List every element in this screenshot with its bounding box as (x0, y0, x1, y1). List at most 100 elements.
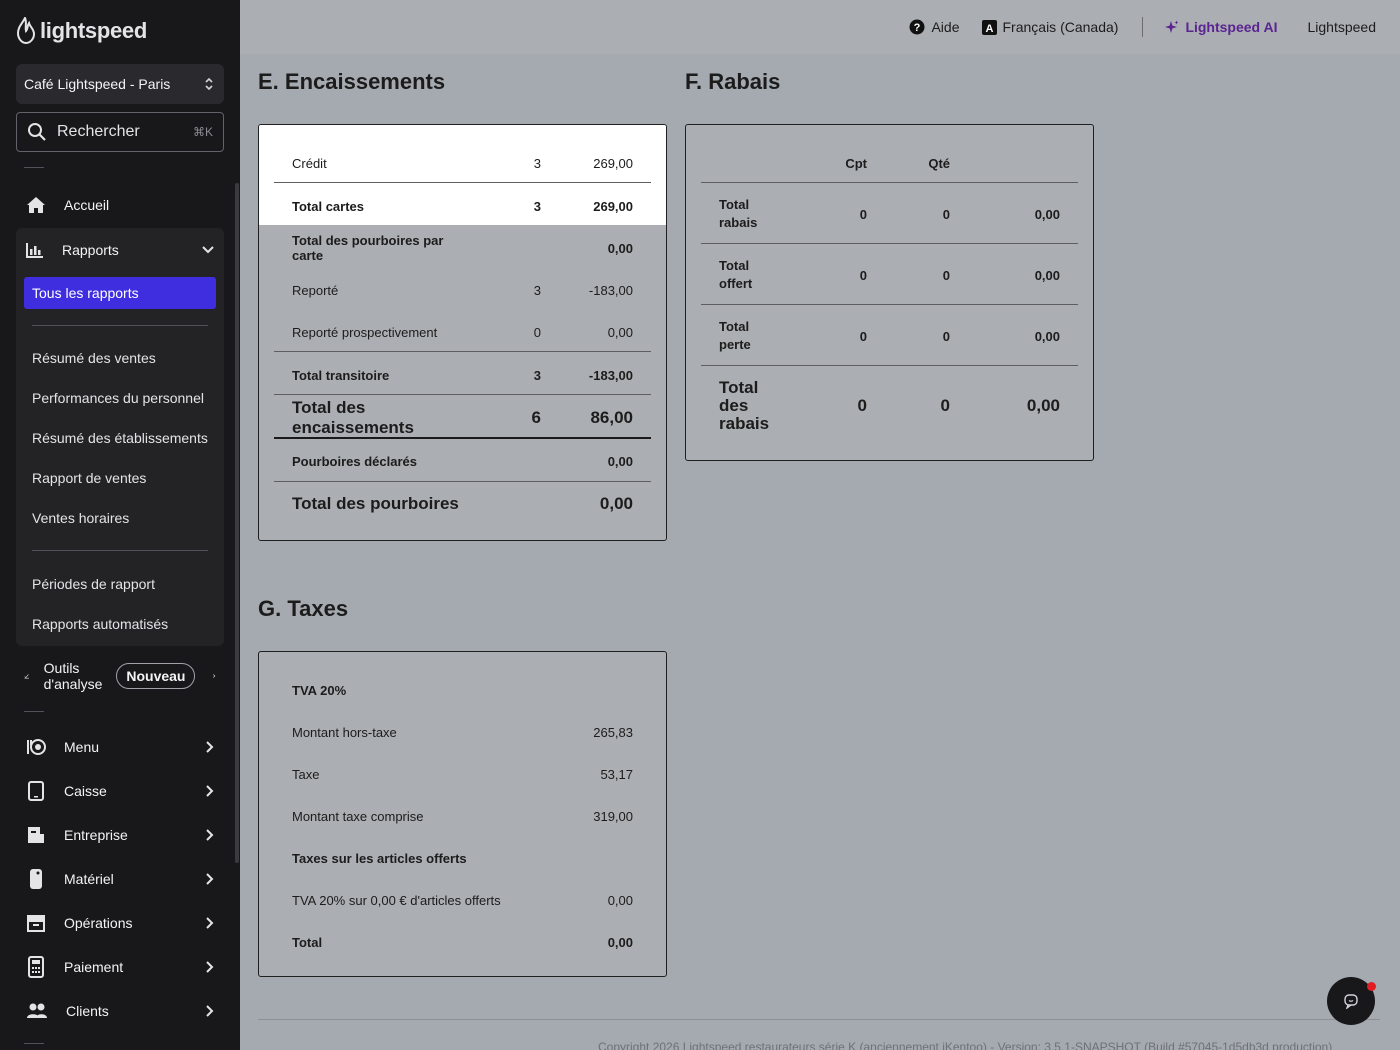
sidebar-item-accueil[interactable]: Accueil (16, 185, 224, 225)
store-name: Café Lightspeed - Paris (24, 76, 171, 92)
chevron-right-icon (206, 873, 214, 885)
taxes-card: TVA 20% Montant hors-taxe 265,83 Taxe 53… (258, 651, 667, 977)
table-row: Taxe 53,17 (292, 766, 633, 782)
sidebar-item-label: Entreprise (64, 827, 128, 843)
divider (274, 351, 651, 352)
chevron-right-icon (206, 917, 214, 929)
divider (274, 437, 651, 439)
table-row: TVA 20% sur 0,00 € d'articles offerts 0,… (292, 892, 633, 908)
divider (32, 550, 208, 551)
sidebar-item-menu[interactable]: Menu (16, 727, 224, 767)
analytics-label: Outils d'analyse (43, 660, 103, 692)
svg-text:A: A (985, 23, 993, 35)
divider (1142, 17, 1144, 37)
sidebar-item-entreprise[interactable]: Entreprise (16, 815, 224, 855)
sidebar-item-automatises[interactable]: Rapports automatisés (32, 614, 168, 634)
table-header: Cpt Qté (845, 155, 950, 171)
sidebar-item-paiement[interactable]: Paiement (16, 947, 224, 987)
table-row: Reporté 3 -183,00 (292, 282, 633, 298)
sparkle-icon (1165, 20, 1179, 33)
sidebar-item-periodes[interactable]: Périodes de rapport (32, 574, 155, 594)
table-row: Montant hors-taxe 265,83 (292, 724, 633, 740)
divider (701, 365, 1078, 366)
analytics-icon (24, 674, 30, 679)
sidebar-item-tous-les-rapports[interactable]: Tous les rapports (24, 277, 216, 309)
payment-terminal-icon (28, 956, 44, 978)
sidebar-item-label: Caisse (64, 783, 107, 799)
home-icon (27, 197, 45, 213)
sidebar-item-ventes-horaires[interactable]: Ventes horaires (32, 508, 129, 528)
divider (274, 394, 651, 395)
chevron-right-icon (206, 829, 214, 841)
table-row: Total offert 0 0 0,00 (719, 258, 1060, 291)
table-row: Reporté prospectivement 0 0,00 (292, 324, 633, 340)
lightspeed-ai-button[interactable]: Lightspeed AI (1165, 19, 1277, 35)
reports-section: Rapports Tous les rapports Résumé des ve… (16, 228, 224, 646)
chat-icon (1344, 994, 1358, 1009)
bar-chart-icon (26, 243, 43, 258)
sidebar-item-materiel[interactable]: Matériel (16, 859, 224, 899)
table-row: Taxes sur les articles offerts (292, 850, 467, 866)
flame-logo-icon (16, 17, 36, 45)
table-row: Crédit 3 269,00 (292, 155, 633, 171)
rabais-card: Cpt Qté Total rabais 0 0 0,00 Total offert… (685, 124, 1094, 461)
sidebar-item-rapport-ventes[interactable]: Rapport de ventes (32, 468, 146, 488)
table-row: Total perte 0 0 0,00 (719, 319, 1060, 352)
sidebar-item-label: Rapports (62, 242, 119, 258)
search-shortcut: ⌘K (192, 125, 213, 139)
chevron-right-icon (206, 785, 214, 797)
footer-copyright: Copyright 2026 Lightspeed restaurateurs … (598, 1040, 1333, 1050)
business-icon (28, 827, 44, 843)
archive-icon (27, 915, 45, 932)
table-row: Pourboires déclarés 0,00 (292, 453, 633, 469)
notification-dot (1367, 982, 1376, 991)
table-row: Total 0,00 (292, 934, 633, 950)
table-row: Total cartes 3 269,00 (292, 198, 633, 214)
sidebar-item-clients[interactable]: Clients (16, 991, 224, 1031)
divider (24, 1043, 44, 1044)
svg-text:?: ? (914, 22, 921, 34)
lightspeed-logo[interactable]: lightspeed (16, 16, 147, 46)
sidebar-item-operations[interactable]: Opérations (16, 903, 224, 943)
top-bar: ? Aide A Français (Canada) Lightspeed AI… (240, 0, 1400, 54)
language-selector[interactable]: A Français (Canada) (981, 19, 1118, 35)
sidebar-item-resume-etablissements[interactable]: Résumé des établissements (32, 428, 208, 448)
section-title-rabais: F. Rabais (685, 69, 781, 94)
section-title-encaissements: E. Encaissements (258, 69, 446, 94)
chevron-right-icon (213, 674, 216, 678)
sidebar-item-outils-analyse[interactable]: Outils d'analyse Nouveau (16, 658, 224, 694)
tablet-icon (28, 781, 44, 801)
help-icon: ? (909, 19, 925, 35)
sidebar-item-caisse[interactable]: Caisse (16, 771, 224, 811)
chevron-right-icon (206, 1005, 214, 1017)
divider (701, 243, 1078, 244)
account-menu[interactable]: Lightspeed (1307, 19, 1376, 35)
sidebar-item-resume-ventes[interactable]: Résumé des ventes (32, 348, 156, 368)
table-row: Montant taxe comprise 319,00 (292, 808, 633, 824)
table-row-total: Total des pourboires 0,00 (292, 494, 633, 513)
sidebar-item-label: Matériel (64, 871, 114, 887)
search-button[interactable]: Rechercher ⌘K (16, 112, 224, 152)
section-title-taxes: G. Taxes (258, 596, 349, 621)
divider (274, 182, 651, 183)
sidebar-scrollbar[interactable] (235, 183, 239, 863)
sidebar-item-performances[interactable]: Performances du personnel (32, 388, 204, 408)
sidebar-item-label: Opérations (64, 915, 133, 931)
store-selector[interactable]: Café Lightspeed - Paris (16, 64, 224, 104)
new-badge: Nouveau (116, 663, 196, 689)
divider (274, 481, 651, 482)
search-icon (28, 123, 46, 141)
sidebar-item-rapports[interactable]: Rapports (16, 228, 224, 272)
table-row: Total transitoire 3 -183,00 (292, 367, 633, 383)
device-icon (30, 869, 42, 889)
table-row-total: Total des rabais 0 0 0,00 (719, 378, 1060, 433)
account-label: Lightspeed (1307, 19, 1376, 35)
table-row: TVA 20% (292, 682, 347, 698)
help-label: Aide (931, 19, 960, 35)
sidebar: lightspeed Café Lightspeed - Paris Reche… (0, 0, 240, 1050)
chevron-down-icon (202, 246, 214, 254)
table-row: Total rabais 0 0 0,00 (719, 197, 1060, 230)
users-icon (27, 1003, 47, 1018)
ai-label: Lightspeed AI (1185, 19, 1278, 35)
help-button[interactable]: ? Aide (909, 19, 960, 35)
